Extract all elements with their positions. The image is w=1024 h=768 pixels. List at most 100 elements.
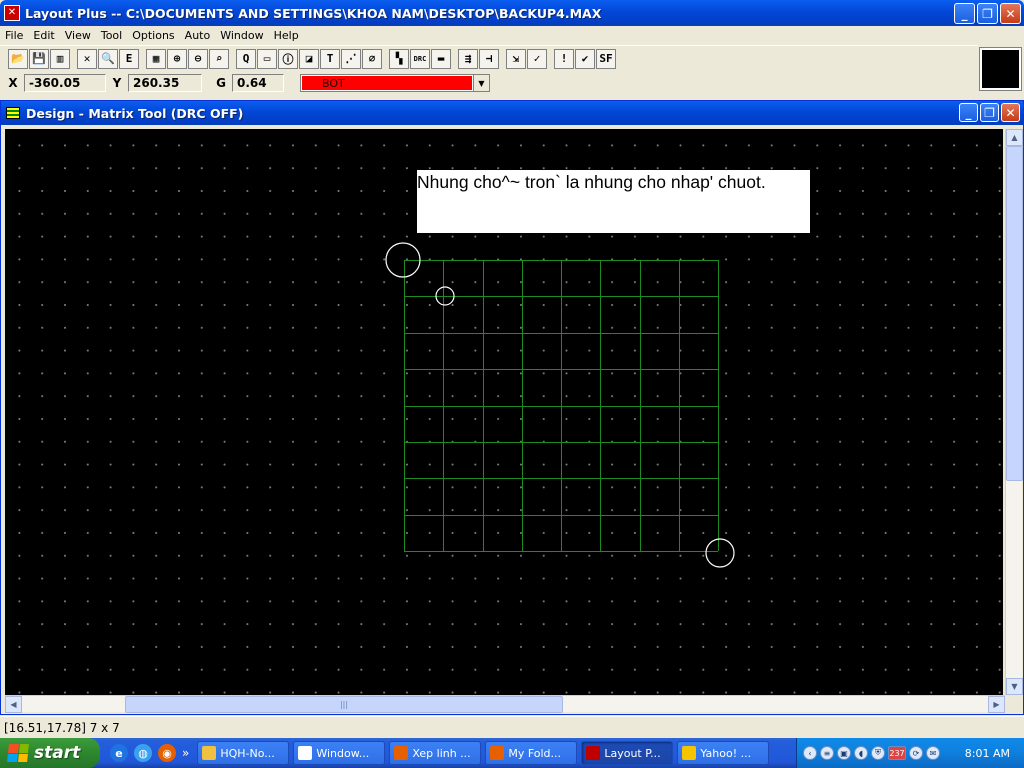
print-icon[interactable]: ▥ (50, 48, 70, 69)
menu-help[interactable]: Help (269, 29, 304, 42)
start-button[interactable]: start (0, 738, 100, 768)
horizontal-scroll-thumb[interactable]: ||| (125, 696, 563, 713)
design-window-title-bar[interactable]: Design - Matrix Tool (DRC OFF) _ ❐ ✕ (1, 101, 1023, 125)
color-icon[interactable]: ▚ (389, 48, 409, 69)
app-title: Layout Plus -- C:\DOCUMENTS AND SETTINGS… (25, 5, 602, 21)
find-icon[interactable]: 🔍 (98, 48, 118, 69)
grid-icon[interactable]: ▦ (146, 48, 166, 69)
task-label: Window... (316, 746, 370, 760)
zoom-out-icon[interactable]: ⊖ (188, 48, 208, 69)
obstacle-icon[interactable]: ⌀ (362, 48, 382, 69)
component-icon[interactable]: ▭ (257, 48, 277, 69)
edit-icon[interactable]: E (119, 48, 139, 69)
task-label: Xep linh ... (412, 746, 471, 760)
menu-view[interactable]: View (60, 29, 96, 42)
child-close-button[interactable]: ✕ (1001, 103, 1020, 122)
scroll-right-icon[interactable]: ▶ (988, 696, 1005, 713)
split-icon[interactable]: ⊣ (479, 48, 499, 69)
desktop-icon[interactable]: ◍ (134, 744, 152, 762)
info-icon[interactable]: ⓘ (278, 48, 298, 69)
menu-window[interactable]: Window (215, 29, 268, 42)
ie-icon[interactable]: e (110, 744, 128, 762)
menu-options[interactable]: Options (127, 29, 179, 42)
vertical-scroll-thumb[interactable] (1006, 146, 1023, 481)
quick-launch-overflow-icon[interactable]: » (182, 746, 189, 760)
app-title-bar[interactable]: ✕ Layout Plus -- C:\DOCUMENTS AND SETTIN… (0, 0, 1024, 26)
start-label: start (34, 743, 81, 763)
menu-file[interactable]: File (0, 29, 28, 42)
layer-select[interactable]: BOT ▼ (300, 74, 490, 92)
toolbar: 📂 💾 ▥ ✕ 🔍 E ▦ ⊕ ⊖ ⌕ Q ▭ ⓘ ◪ T ⋰ ⌀ ▚ DRC ▬ ⇶ ⊣ ⇲ ✓! ✔ SF (0, 45, 978, 71)
menu-edit[interactable]: Edit (28, 29, 59, 42)
task-buttons: HQH-No... Window... Xep linh ... My Fold...… (193, 741, 770, 765)
push-icon[interactable]: ⇲ (506, 48, 526, 69)
tray-mail-icon[interactable]: ✉ (926, 746, 940, 760)
tray-security-icon[interactable]: ⛨ (871, 746, 885, 760)
query-icon[interactable]: Q (236, 48, 256, 69)
design-icon[interactable] (6, 107, 20, 119)
task-app-icon (202, 746, 217, 760)
tray-sync-icon[interactable]: ⟳ (909, 746, 923, 760)
open-icon[interactable]: 📂 (8, 48, 28, 69)
firefox-icon[interactable]: ◉ (158, 744, 176, 762)
chevron-down-icon[interactable]: ▼ (473, 75, 489, 91)
close-button[interactable]: ✕ (1000, 3, 1021, 24)
y-coordinate-field: 260.35 (128, 74, 202, 92)
menu-bar: File Edit View Tool Options Auto Window … (0, 26, 1024, 44)
tray-network-icon[interactable]: ≡ (820, 746, 834, 760)
task-label: Yahoo! ... (700, 746, 752, 760)
zoom-in-icon[interactable]: ⊕ (167, 48, 187, 69)
tray-volume-icon[interactable]: ◖ (854, 746, 868, 760)
restore-button[interactable]: ❐ (977, 3, 998, 24)
check-icon[interactable]: ✓ (527, 48, 547, 69)
design-canvas[interactable]: Nhung cho^~ tron` la nhung cho nhap' chu… (5, 129, 1003, 695)
tray-back-icon[interactable]: ‹ (803, 746, 817, 760)
status-text: [16.51,17.78] 7 x 7 (4, 720, 120, 735)
vertical-scrollbar[interactable]: ▲ ▼ (1005, 129, 1023, 695)
autoroute-icon[interactable]: ⇶ (458, 48, 478, 69)
child-minimize-button[interactable]: _ (959, 103, 978, 122)
task-app-icon (394, 746, 409, 760)
drc-icon[interactable]: DRC (410, 48, 430, 69)
text-icon[interactable]: T (320, 48, 340, 69)
save-icon[interactable]: 💾 (29, 48, 49, 69)
design-window: Design - Matrix Tool (DRC OFF) _ ❐ ✕ Nhu… (0, 100, 1024, 715)
task-app-icon (298, 746, 313, 760)
scroll-left-icon[interactable]: ◀ (5, 696, 22, 713)
taskbar-task-button[interactable]: Xep linh ... (389, 741, 482, 765)
spreadsheet-icon[interactable]: SF (596, 48, 616, 69)
taskbar-task-button[interactable]: Window... (293, 741, 386, 765)
layer-preview-box (979, 47, 1022, 91)
status-bar: [16.51,17.78] 7 x 7 (0, 716, 1024, 738)
layer-icon[interactable]: ▬ (431, 48, 451, 69)
tray-badge-icon[interactable]: 237 (888, 746, 906, 760)
scroll-down-icon[interactable]: ▼ (1006, 678, 1023, 695)
taskbar-task-button[interactable]: My Fold... (485, 741, 578, 765)
system-tray: ‹ ≡ ▣ ◖ ⛨ 237 ⟳ ✉ 8:01 AM (796, 738, 1024, 768)
delete-icon[interactable]: ✕ (77, 48, 97, 69)
x-coordinate-field: -360.05 (24, 74, 106, 92)
tray-display-icon[interactable]: ▣ (837, 746, 851, 760)
child-maximize-button[interactable]: ❐ (980, 103, 999, 122)
drc-check-icon[interactable]: ✔ (575, 48, 595, 69)
scroll-up-icon[interactable]: ▲ (1006, 129, 1023, 146)
pad-icon[interactable]: ◪ (299, 48, 319, 69)
task-app-icon (682, 746, 697, 760)
horizontal-scrollbar[interactable]: ◀ ||| ▶ (5, 695, 1005, 713)
route-icon[interactable]: ⋰ (341, 48, 361, 69)
task-app-icon (490, 746, 505, 760)
zoom-fit-icon[interactable]: ⌕ (209, 48, 229, 69)
coordinate-bar: X -360.05 Y 260.35 G 0.64 BOT ▼ (0, 72, 978, 94)
matrix-overlay (385, 242, 735, 568)
app-icon[interactable]: ✕ (4, 5, 20, 21)
taskbar-task-button[interactable]: Layout P... (581, 741, 674, 765)
minimize-button[interactable]: _ (954, 3, 975, 24)
error-icon[interactable]: ! (554, 48, 574, 69)
task-app-icon (586, 746, 601, 760)
clock[interactable]: 8:01 AM (965, 747, 1010, 760)
menu-auto[interactable]: Auto (180, 29, 216, 42)
grid-size-field[interactable]: 0.64 (232, 74, 284, 92)
taskbar-task-button[interactable]: HQH-No... (197, 741, 290, 765)
taskbar-task-button[interactable]: Yahoo! ... (677, 741, 770, 765)
menu-tool[interactable]: Tool (96, 29, 127, 42)
